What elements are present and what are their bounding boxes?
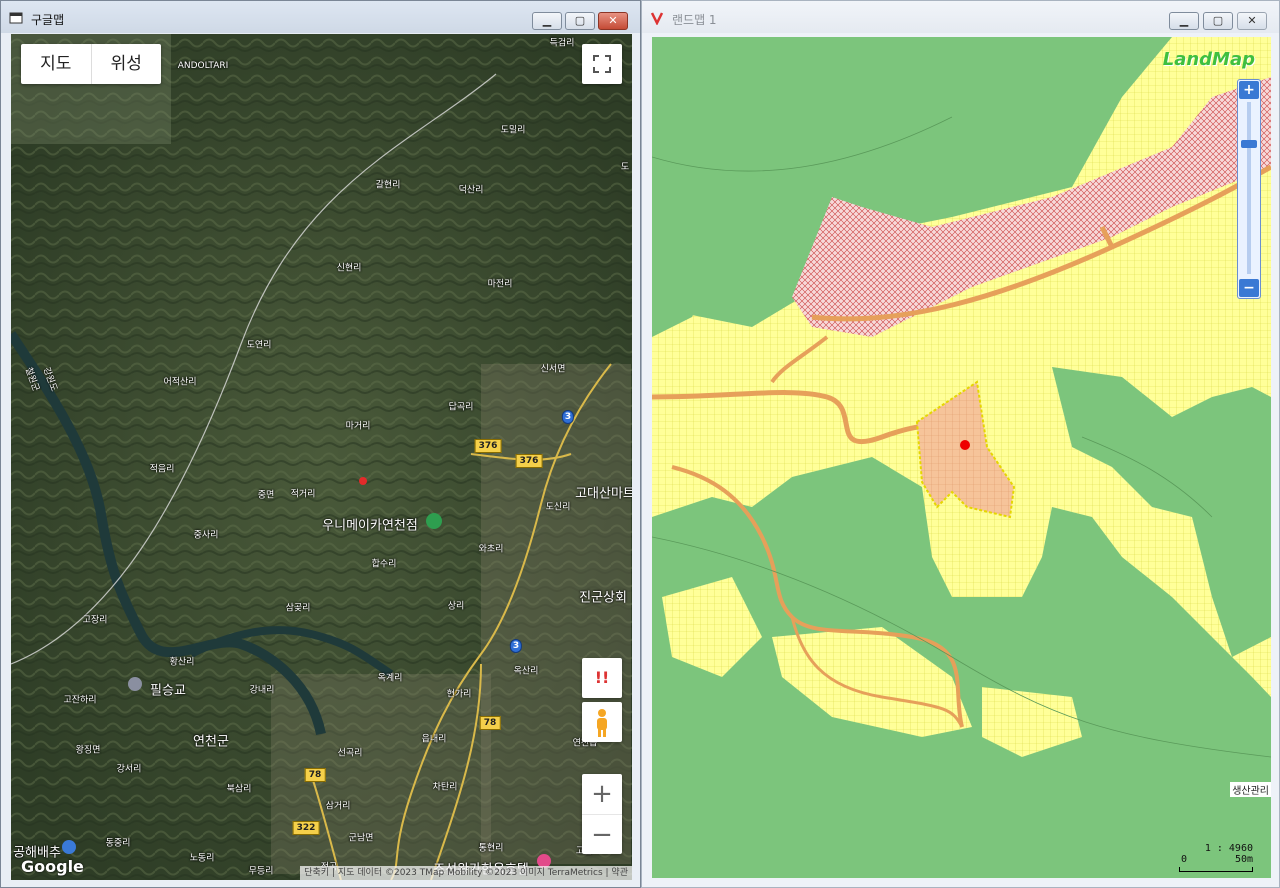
place-label: 옥계리 bbox=[377, 673, 403, 684]
place-label: 득검리 bbox=[549, 38, 575, 49]
close-button[interactable]: ✕ bbox=[1237, 12, 1267, 30]
fullscreen-icon bbox=[593, 55, 611, 73]
road-shield: 376 bbox=[515, 454, 543, 468]
place-label: 읍내리 bbox=[421, 734, 447, 745]
maximize-button[interactable]: ▢ bbox=[565, 12, 595, 30]
place-label: 덕산리 bbox=[458, 185, 484, 196]
place-label: 도연리 bbox=[246, 340, 272, 351]
title-bar[interactable]: 구글맵 ▁ ▢ ✕ bbox=[1, 1, 640, 33]
zoom-out-button[interactable]: − bbox=[582, 815, 622, 855]
maximize-button[interactable]: ▢ bbox=[1203, 12, 1233, 30]
place-label: 통현리 bbox=[478, 843, 504, 854]
window-title: 랜드맵 1 bbox=[672, 13, 717, 27]
place-label: 차탄리 bbox=[432, 782, 458, 793]
road-shield: 376 bbox=[474, 439, 502, 453]
place-label: 와초리 bbox=[478, 544, 504, 555]
place-label: 신현리 bbox=[336, 263, 362, 274]
place-label: 도 bbox=[620, 162, 630, 173]
place-label: 강내리 bbox=[249, 685, 275, 696]
place-label: 황산리 bbox=[169, 657, 195, 668]
zoom-control: + − bbox=[582, 774, 622, 854]
road-shield: 78 bbox=[479, 716, 501, 730]
zoom-track[interactable] bbox=[1247, 102, 1251, 274]
map-attribution[interactable]: 단축키 | 지도 데이터 ©2023 TMap Mobility ©2023 이… bbox=[300, 866, 632, 880]
place-label: 군남면 bbox=[348, 833, 374, 844]
place-label: 마전리 bbox=[487, 279, 513, 290]
place-label: 강서리 bbox=[116, 764, 142, 775]
app-icon bbox=[650, 12, 664, 25]
minimize-button[interactable]: ▁ bbox=[1169, 12, 1199, 30]
road-shield: 3 bbox=[509, 639, 523, 653]
place-label: 삼곶리 bbox=[285, 603, 311, 614]
road-shield: 3 bbox=[561, 410, 575, 424]
place-label: 왕징면 bbox=[75, 745, 101, 756]
street-view-button[interactable] bbox=[582, 702, 622, 742]
warning-button[interactable]: !! bbox=[582, 658, 622, 698]
place-label: 상리 bbox=[447, 601, 465, 612]
zoom-slider[interactable]: + − bbox=[1237, 79, 1261, 299]
place-label: 갈현리 bbox=[375, 180, 401, 191]
cadastral-layer bbox=[652, 37, 1271, 878]
place-label: 동중리 bbox=[105, 838, 131, 849]
place-label: 연천군 bbox=[193, 734, 229, 750]
place-label: 삼거리 bbox=[325, 801, 351, 812]
place-label: 선곡리 bbox=[337, 748, 363, 759]
zone-label: 생산관리 bbox=[1230, 782, 1271, 797]
zoom-handle[interactable] bbox=[1241, 140, 1257, 148]
place-label: 도밀리 bbox=[500, 125, 526, 136]
map-tab[interactable]: 지도 bbox=[21, 44, 92, 84]
map-type-control: 지도 위성 bbox=[21, 44, 161, 84]
place-label: 적거리 bbox=[290, 489, 316, 500]
place-label: 고장리 bbox=[82, 615, 108, 626]
place-label: 신서면 bbox=[540, 364, 566, 375]
zoom-in-button[interactable]: + bbox=[582, 774, 622, 815]
map-scale: 1 : 4960 0 50m bbox=[1179, 843, 1253, 872]
zoom-out-button[interactable]: − bbox=[1239, 279, 1259, 297]
close-button[interactable]: ✕ bbox=[598, 12, 628, 30]
place-label: 중사리 bbox=[193, 530, 219, 541]
google-logo: Google bbox=[21, 857, 84, 876]
scale-start: 0 bbox=[1181, 854, 1188, 865]
place-label: 마거리 bbox=[345, 421, 371, 432]
zoom-in-button[interactable]: + bbox=[1239, 81, 1259, 99]
landmap-window: 랜드맵 1 ▁ ▢ ✕ LandMap + − 생산관리 1: 4960 0 … bbox=[641, 0, 1280, 888]
window-title: 구글맵 bbox=[31, 13, 65, 27]
scale-bar bbox=[1179, 867, 1253, 872]
app-icon bbox=[9, 12, 23, 24]
road-shield: 322 bbox=[292, 821, 320, 835]
landmap-logo: LandMap bbox=[1162, 49, 1255, 70]
scale-ratio: 1 : 4960 bbox=[1204, 843, 1253, 854]
satellite-map[interactable]: 득검리 ANDOLTARI 도밀리 갈현리 덕산리 신현리 마전리 도연리 신서… bbox=[11, 34, 632, 880]
poi-label[interactable]: 고대산마트 bbox=[575, 483, 632, 502]
location-marker bbox=[960, 440, 970, 450]
place-label: 옥산리 bbox=[513, 666, 539, 677]
title-bar[interactable]: 랜드맵 1 ▁ ▢ ✕ bbox=[642, 1, 1279, 33]
google-map-window: 구글맵 ▁ ▢ ✕ 득검리 ANDOLTARI 도밀리 갈현리 덕산리 신현리 … bbox=[0, 0, 641, 888]
place-label: 현가리 bbox=[446, 689, 472, 700]
minimize-button[interactable]: ▁ bbox=[532, 12, 562, 30]
cadastral-map[interactable]: LandMap + − 생산관리 1 : 4960 0 50m bbox=[652, 37, 1271, 878]
place-label: 합수리 bbox=[371, 559, 397, 570]
poi-label[interactable]: 필승교 bbox=[150, 680, 186, 699]
road-shield: 78 bbox=[304, 768, 326, 782]
place-label: ANDOLTARI bbox=[177, 61, 229, 71]
poi-label[interactable]: 우니메이카연천점 bbox=[322, 515, 418, 534]
place-label: 적음리 bbox=[149, 464, 175, 475]
poi-label[interactable]: 진군상회 bbox=[579, 587, 627, 606]
place-label: 답곡리 bbox=[448, 402, 474, 413]
place-label: 노동리 bbox=[189, 853, 215, 864]
satellite-tab[interactable]: 위성 bbox=[92, 44, 162, 84]
scale-end: 50m bbox=[1234, 854, 1253, 865]
pegman-icon bbox=[597, 709, 607, 737]
place-label: 어적산리 bbox=[163, 377, 197, 388]
place-label: 북삼리 bbox=[226, 784, 252, 795]
place-label: 중면 bbox=[257, 490, 275, 501]
place-label: 도신리 bbox=[545, 502, 571, 513]
location-marker bbox=[359, 477, 367, 485]
fullscreen-button[interactable] bbox=[582, 44, 622, 84]
place-label: 고잔하리 bbox=[63, 695, 97, 706]
place-label: 무등리 bbox=[248, 866, 274, 877]
